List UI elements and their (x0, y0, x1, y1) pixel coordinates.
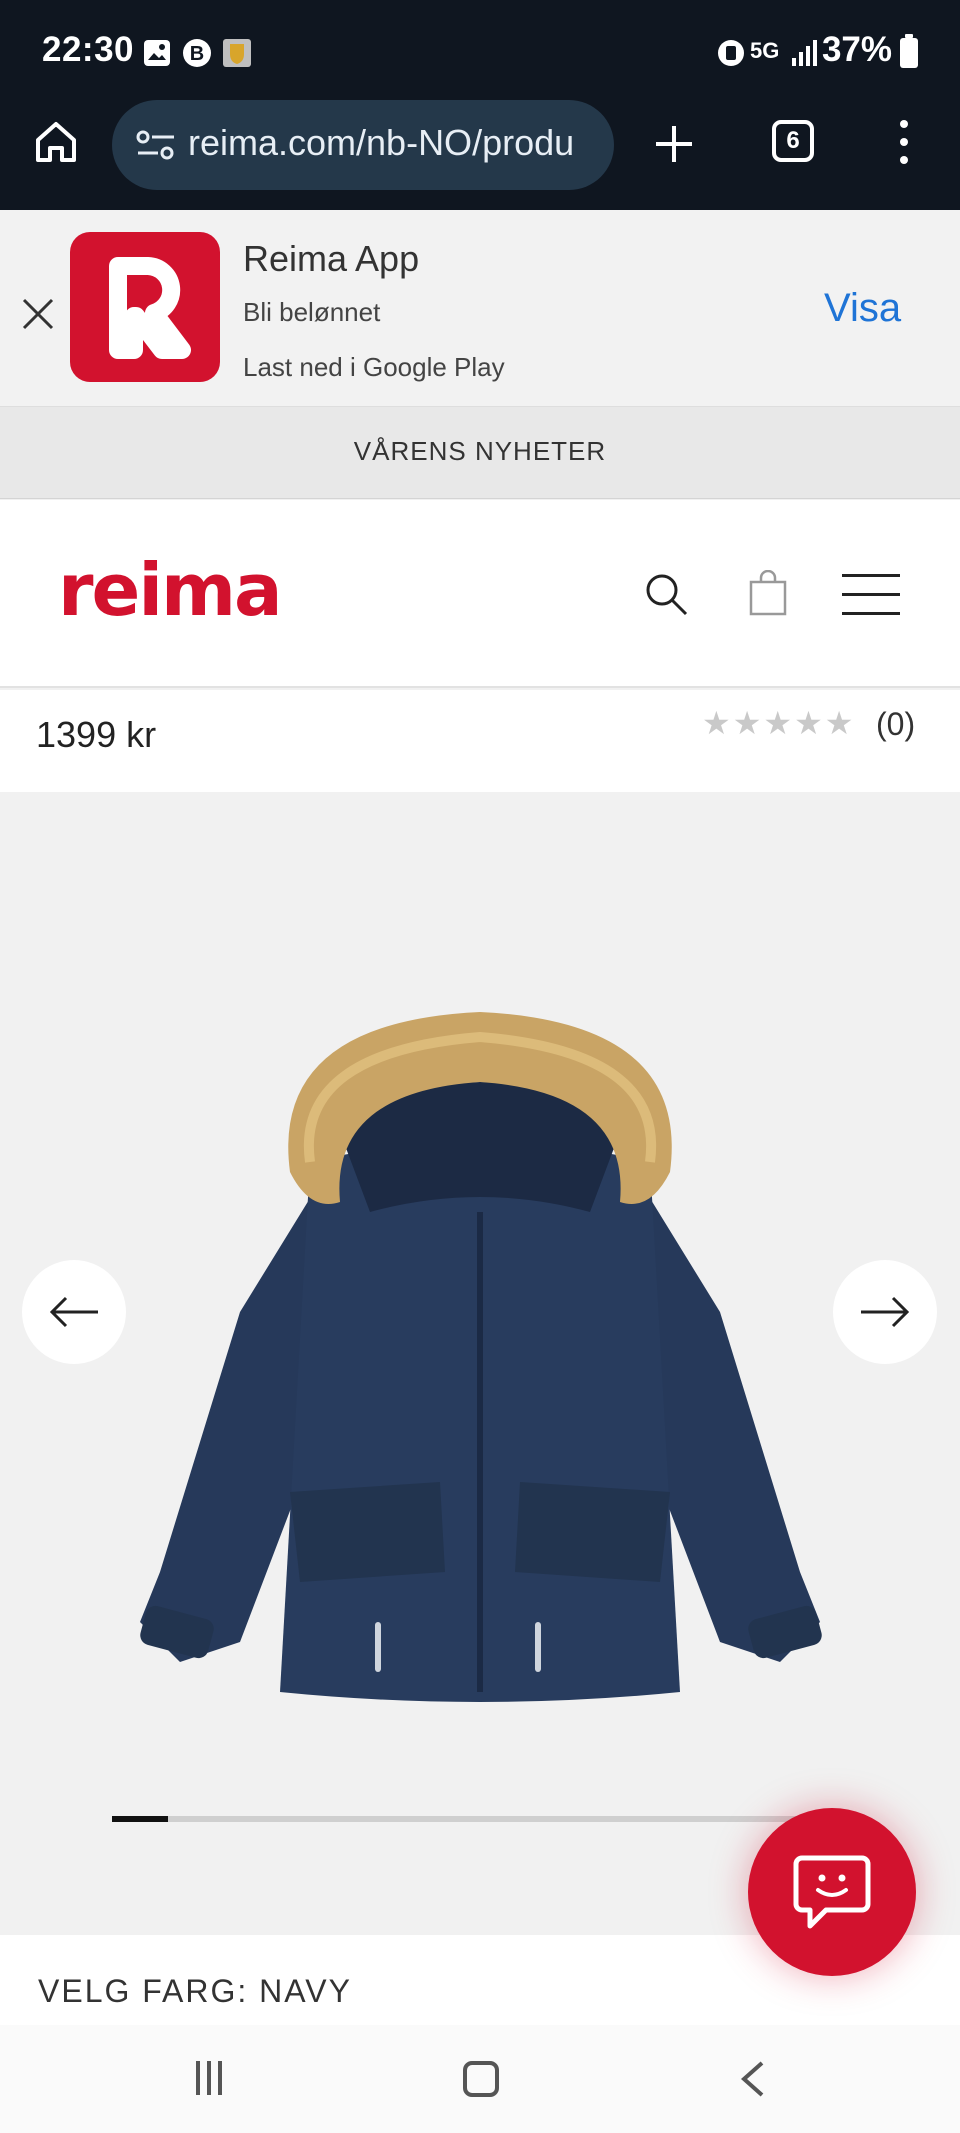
network-label: 5G (750, 38, 780, 63)
image-icon (144, 40, 170, 66)
site-settings-icon[interactable] (136, 128, 176, 162)
home-icon[interactable] (32, 118, 80, 166)
app-banner-title: Reima App (243, 238, 420, 279)
visa-button[interactable]: Visa (824, 286, 901, 331)
b-app-icon: B (183, 39, 211, 67)
announcement-text[interactable]: VÅRENS NYHETER (354, 436, 606, 467)
app-banner-store-text: Last ned i Google Play (243, 352, 505, 382)
rating-stars[interactable]: ★★★★★ (702, 704, 855, 742)
url-text[interactable]: reima.com/nb-NO/produ (188, 122, 608, 164)
tab-switcher-button[interactable]: 6 (772, 120, 814, 162)
menu-icon[interactable] (842, 574, 900, 616)
cart-bag-icon[interactable] (748, 570, 788, 616)
browser-chrome: 22:30 B 5G 37% reima.com/nb-NO/produ 6 (0, 0, 960, 210)
arrow-left-icon (49, 1296, 98, 1328)
app-icon (223, 39, 251, 67)
system-navigation-bar (0, 2025, 960, 2133)
search-icon[interactable] (644, 572, 688, 616)
product-price: 1399 kr (36, 714, 157, 755)
close-icon[interactable] (20, 296, 56, 332)
battery-percent: 37% (821, 30, 892, 69)
product-gallery[interactable] (0, 792, 960, 1935)
reima-r-icon (109, 257, 191, 359)
review-count[interactable]: (0) (876, 706, 915, 743)
site-header: reima (0, 500, 960, 688)
more-options-icon[interactable] (894, 120, 914, 168)
chat-icon (793, 1855, 871, 1929)
back-icon[interactable] (738, 2059, 768, 2099)
vibrate-icon (718, 40, 744, 66)
arrow-right-icon (861, 1296, 910, 1328)
screen: 22:30 B 5G 37% reima.com/nb-NO/produ 6 R… (0, 0, 960, 2133)
new-tab-icon[interactable] (652, 122, 696, 166)
brand-logo[interactable]: reima (58, 548, 283, 632)
chat-button[interactable] (748, 1808, 916, 1976)
gallery-progress-bar (112, 1816, 812, 1822)
gallery-progress-fill (112, 1816, 168, 1822)
home-button-icon[interactable] (463, 2061, 499, 2097)
recents-icon[interactable] (196, 2061, 230, 2095)
product-image (140, 1012, 822, 1702)
browser-toolbar: reima.com/nb-NO/produ 6 (0, 100, 960, 210)
status-time: 22:30 (42, 30, 135, 69)
signal-icon (792, 40, 817, 66)
previous-image-button[interactable] (22, 1260, 126, 1364)
announcement-bar[interactable]: VÅRENS NYHETER (0, 406, 960, 499)
app-logo (70, 232, 220, 382)
address-bar[interactable]: reima.com/nb-NO/produ (112, 100, 614, 190)
color-label: VELG FARG: NAVY (38, 1973, 352, 2009)
app-banner-subtitle: Bli belønnet (243, 297, 381, 327)
price-row: 1399 kr ★★★★★ (0) (0, 690, 960, 792)
app-banner: Reima App Bli belønnet Last ned i Google… (0, 210, 960, 406)
status-bar: 22:30 B 5G 37% (0, 0, 960, 105)
next-image-button[interactable] (833, 1260, 937, 1364)
svg-text:B: B (190, 43, 204, 65)
battery-icon (900, 34, 918, 68)
